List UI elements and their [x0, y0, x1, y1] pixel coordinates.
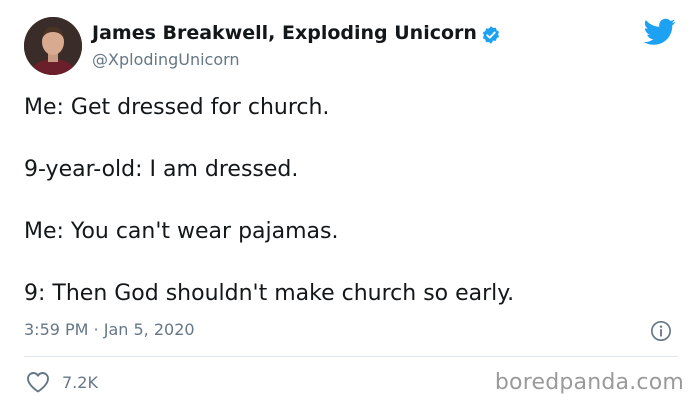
tweet-line: Me: Get dressed for church.: [24, 95, 330, 120]
tweet-line: Me: You can't wear pajamas.: [24, 219, 339, 244]
info-icon[interactable]: [650, 320, 672, 342]
watermark: boredpanda.com: [494, 370, 684, 395]
like-button[interactable]: 7.2K: [26, 371, 98, 393]
divider: [24, 356, 678, 357]
avatar[interactable]: [24, 17, 82, 75]
heart-icon: [27, 372, 49, 393]
tweet-line: 9-year-old: I am dressed.: [24, 157, 299, 182]
tweet-text: Me: Get dressed for church. 9-year-old: …: [24, 94, 684, 342]
twitter-bird-icon[interactable]: [644, 18, 676, 46]
author-handle[interactable]: @XplodingUnicorn: [92, 50, 240, 69]
tweet-timestamp[interactable]: 3:59 PM · Jan 5, 2020: [24, 320, 195, 339]
like-count: 7.2K: [62, 372, 98, 392]
verified-badge-icon: [482, 26, 500, 44]
author-name[interactable]: James Breakwell, Exploding Unicorn: [92, 22, 477, 44]
tweet-line: 9: Then God shouldn't make church so ear…: [24, 281, 515, 306]
tweet-card: James Breakwell, Exploding Unicorn @Xplo…: [0, 0, 700, 410]
